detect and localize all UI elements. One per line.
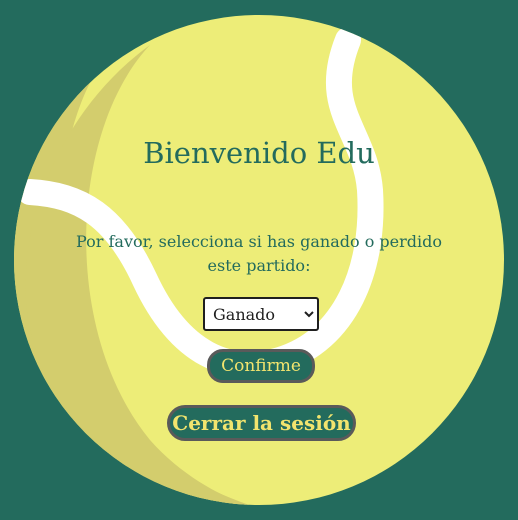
confirm-button[interactable]: Confirme (207, 349, 315, 383)
page-title: Bienvenido Edu (143, 136, 375, 170)
match-result-select[interactable]: Ganado (203, 297, 319, 331)
logout-button[interactable]: Cerrar la sesión (167, 405, 356, 441)
result-prompt: Por favor, selecciona si has ganado o pe… (76, 232, 442, 275)
welcome-panel: Bienvenido Edu Por favor, selecciona si … (0, 0, 518, 520)
page: Bienvenido Edu Por favor, selecciona si … (0, 0, 518, 520)
